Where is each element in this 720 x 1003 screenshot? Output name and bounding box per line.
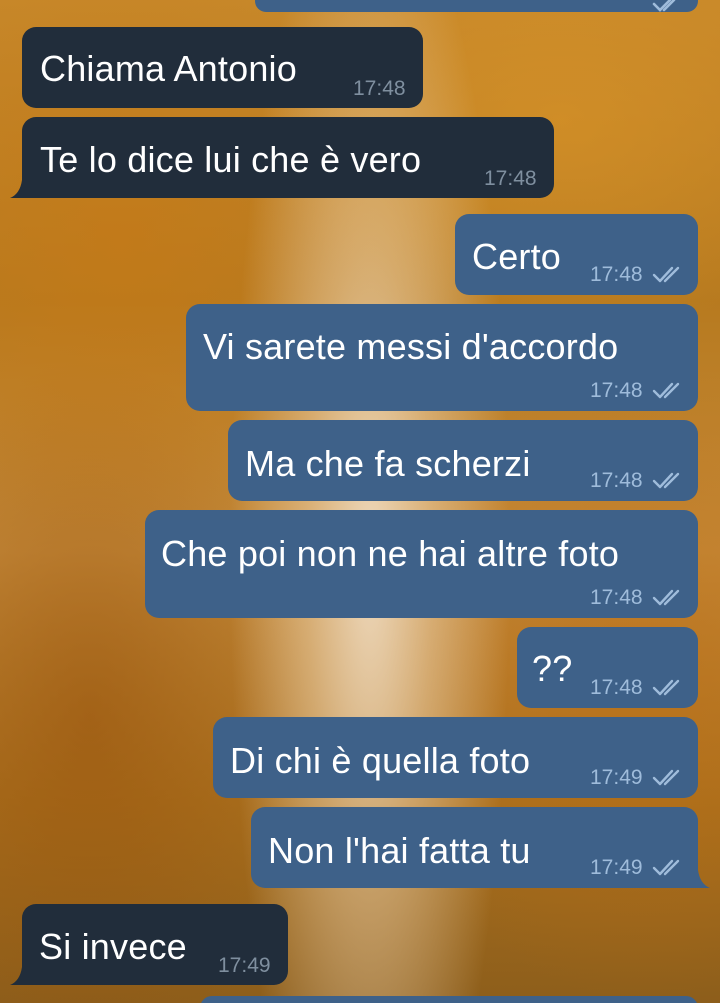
message-bubble-outgoing[interactable]: Vi sarete messi d'accordo 17:48 — [186, 304, 698, 411]
message-time: 17:48 — [590, 469, 643, 492]
message-text: Ma che fa scherzi — [245, 443, 531, 484]
read-double-check-icon — [652, 266, 680, 283]
read-double-check-icon — [652, 382, 680, 399]
read-double-check-icon — [652, 472, 680, 489]
message-time: 17:49 — [590, 766, 643, 789]
message-bubble-incoming[interactable]: Si invece 17:49 — [22, 904, 288, 985]
message-time: 17:48 — [484, 167, 537, 190]
message-time: 17:49 — [590, 856, 643, 879]
message-bubble-outgoing[interactable]: Ma che fa scherzi 17:48 — [228, 420, 698, 501]
message-time: 17:48 — [590, 379, 643, 402]
read-double-check-icon — [652, 589, 680, 606]
read-double-check-icon — [652, 769, 680, 786]
bubble-tail — [692, 870, 710, 888]
message-text: ?? — [532, 648, 573, 689]
bubble-tail — [10, 967, 28, 985]
message-bubble-partial-bottom[interactable] — [200, 996, 698, 1003]
message-text: Di chi è quella foto — [230, 740, 531, 781]
message-time: 17:48 — [590, 586, 643, 609]
message-bubble-outgoing[interactable]: Certo 17:48 — [455, 214, 698, 295]
message-bubble-outgoing[interactable]: Che poi non ne hai altre foto 17:48 — [145, 510, 698, 618]
message-time: 17:49 — [218, 954, 271, 977]
message-bubble-outgoing[interactable]: Di chi è quella foto 17:49 — [213, 717, 698, 798]
message-text: Te lo dice lui che è vero — [40, 139, 422, 180]
message-time: 17:48 — [590, 676, 643, 699]
message-bubble-incoming[interactable]: Chiama Antonio 17:48 — [22, 27, 423, 108]
message-text: Chiama Antonio — [40, 48, 297, 89]
read-double-check-icon — [652, 859, 680, 876]
message-time: 17:48 — [353, 77, 406, 100]
message-bubble-outgoing[interactable]: Non l'hai fatta tu 17:49 — [251, 807, 698, 888]
bubble-tail — [10, 180, 28, 198]
message-bubble-outgoing[interactable]: ?? 17:48 — [517, 627, 698, 708]
message-bubble-partial-top[interactable] — [255, 0, 698, 12]
message-bubble-incoming[interactable]: Te lo dice lui che è vero 17:48 — [22, 117, 554, 198]
message-text: Che poi non ne hai altre foto — [161, 533, 620, 574]
message-text: Si invece — [39, 926, 187, 967]
read-double-check-icon — [652, 679, 680, 696]
message-text: Certo — [472, 236, 562, 277]
read-double-check-icon — [652, 0, 676, 12]
message-time: 17:48 — [590, 263, 643, 286]
message-text: Non l'hai fatta tu — [268, 830, 531, 871]
message-text: Vi sarete messi d'accordo — [203, 326, 619, 367]
